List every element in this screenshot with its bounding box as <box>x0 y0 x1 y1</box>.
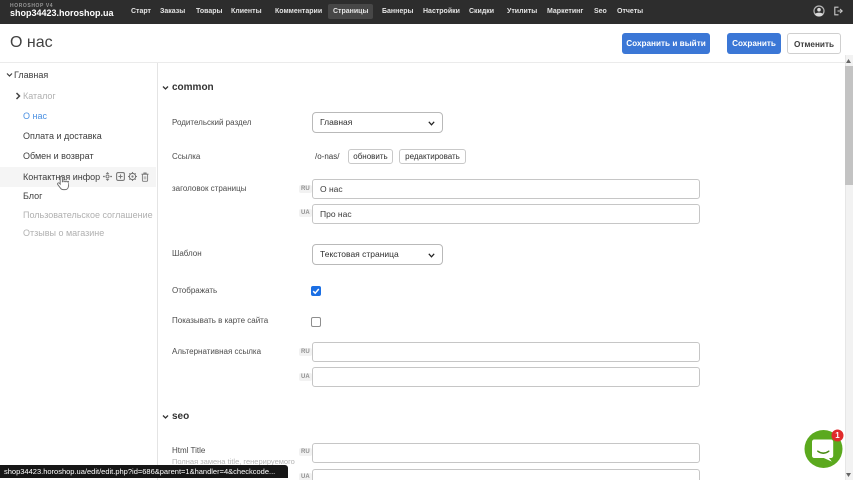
svg-text:1: 1 <box>835 431 840 440</box>
